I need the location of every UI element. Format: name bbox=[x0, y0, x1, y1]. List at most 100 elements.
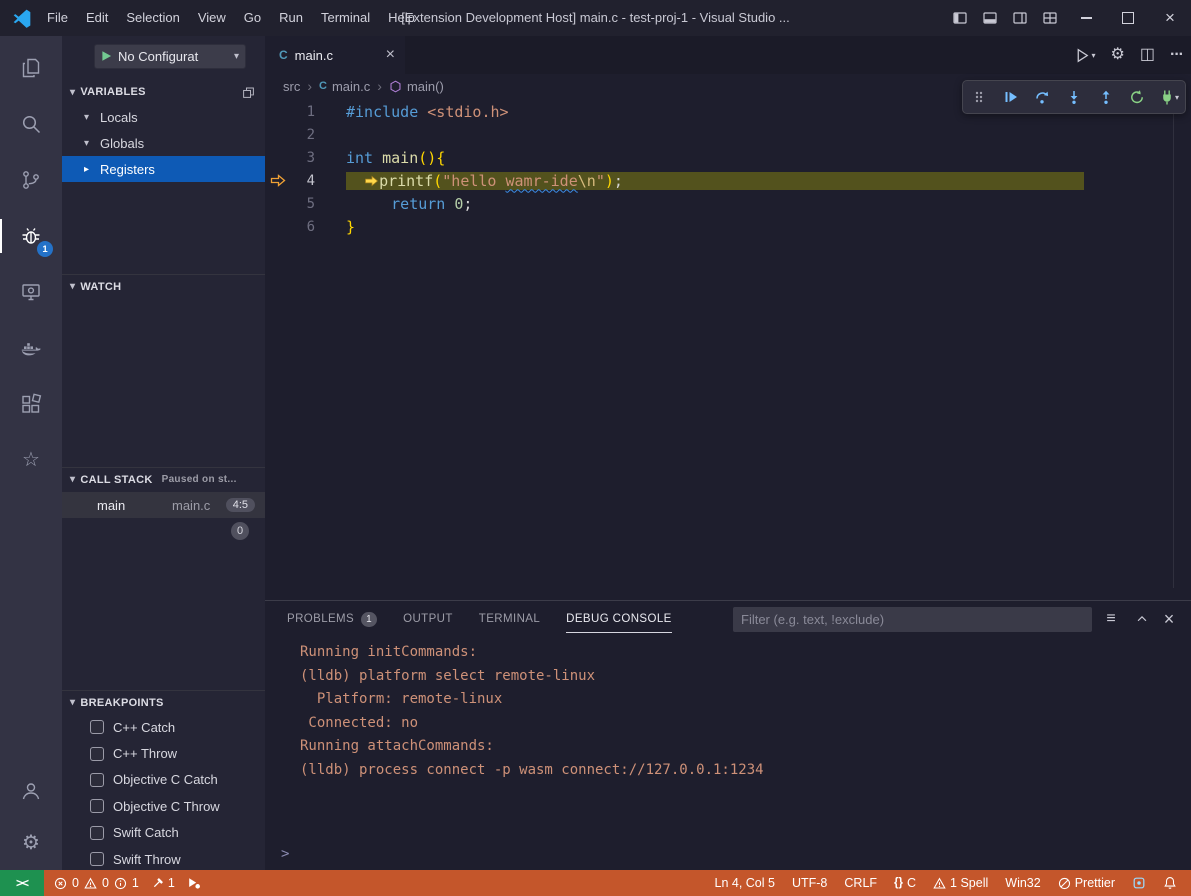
tab-main-c[interactable]: C main.c × bbox=[265, 36, 405, 74]
debug-play-icon bbox=[187, 876, 201, 890]
debug-status[interactable] bbox=[187, 876, 201, 890]
run-or-debug-button[interactable]: ▾ bbox=[1074, 47, 1096, 64]
activity-accounts[interactable] bbox=[0, 766, 62, 816]
panel-tab-terminal[interactable]: TERMINAL bbox=[479, 601, 540, 637]
collapse-all-icon[interactable] bbox=[242, 86, 255, 99]
formatter-status[interactable]: Prettier bbox=[1058, 876, 1115, 890]
variables-header[interactable]: ▾ VARIABLES bbox=[62, 80, 265, 104]
toggle-secondary-sidebar-icon[interactable] bbox=[1005, 0, 1035, 36]
restart-button[interactable] bbox=[1123, 84, 1151, 110]
tab-label: main.c bbox=[295, 48, 333, 63]
continue-button[interactable] bbox=[997, 84, 1025, 110]
maximize-panel-icon[interactable] bbox=[1129, 601, 1155, 637]
toggle-sidebar-icon[interactable] bbox=[945, 0, 975, 36]
breakpoint-item-swift-catch[interactable]: Swift Catch bbox=[62, 820, 265, 846]
console-prompt[interactable]: > bbox=[281, 846, 289, 862]
info-icon bbox=[114, 877, 127, 890]
activity-source-control[interactable] bbox=[0, 152, 62, 208]
step-out-button[interactable] bbox=[1092, 84, 1120, 110]
diagnostics-status[interactable]: 0 0 1 bbox=[54, 876, 139, 890]
step-over-button[interactable] bbox=[1028, 84, 1056, 110]
panel-tab-debug-console[interactable]: DEBUG CONSOLE bbox=[566, 601, 672, 637]
activity-remote-explorer[interactable] bbox=[0, 264, 62, 320]
cursor-position[interactable]: Ln 4, Col 5 bbox=[715, 876, 775, 890]
menu-view[interactable]: View bbox=[189, 0, 235, 36]
activity-extensions[interactable] bbox=[0, 376, 62, 432]
close-window-button[interactable]: × bbox=[1149, 0, 1191, 36]
code-line-4[interactable]: 4 printf("hello wamr-ide\n"); bbox=[265, 169, 1173, 192]
disconnect-button[interactable]: ▾ bbox=[1155, 84, 1183, 110]
chevron-down-icon: ▾ bbox=[84, 112, 94, 123]
close-tab-icon[interactable]: × bbox=[386, 46, 395, 64]
menu-selection[interactable]: Selection bbox=[117, 0, 188, 36]
encoding-indicator[interactable]: UTF-8 bbox=[792, 876, 827, 890]
section-title: CALL STACK bbox=[80, 474, 152, 486]
menu-file[interactable]: File bbox=[38, 0, 77, 36]
variables-item-locals[interactable]: ▾Locals bbox=[62, 104, 265, 130]
panel-tab-problems[interactable]: PROBLEMS1 bbox=[287, 601, 377, 637]
code-line-5[interactable]: 5 return 0; bbox=[265, 192, 1173, 215]
code-line-2[interactable]: 2 bbox=[265, 123, 1173, 146]
language-indicator[interactable]: {}C bbox=[894, 876, 916, 890]
activity-marketplace[interactable]: ☆ bbox=[0, 432, 62, 488]
activity-settings[interactable]: ⚙ bbox=[0, 816, 62, 870]
checkbox[interactable] bbox=[90, 773, 104, 787]
console-filter-input[interactable] bbox=[733, 607, 1092, 632]
checkbox[interactable] bbox=[90, 826, 104, 840]
step-into-button[interactable] bbox=[1060, 84, 1088, 110]
minimize-button[interactable] bbox=[1065, 0, 1107, 36]
maximize-button[interactable] bbox=[1107, 0, 1149, 36]
toolbar-drag-handle[interactable] bbox=[965, 84, 993, 110]
activity-docker[interactable] bbox=[0, 320, 62, 376]
line-number: 2 bbox=[291, 127, 315, 143]
breadcrumb-folder[interactable]: src bbox=[283, 79, 300, 94]
activity-search[interactable] bbox=[0, 96, 62, 152]
tools-status[interactable]: 1 bbox=[151, 876, 175, 890]
split-editor-icon[interactable]: ◫ bbox=[1140, 47, 1155, 63]
debug-config-dropdown[interactable]: No Configurat ▾ bbox=[94, 44, 246, 69]
breakpoint-item-swift-throw[interactable]: Swift Throw bbox=[62, 846, 265, 872]
breakpoint-item-objective-c-throw[interactable]: Objective C Throw bbox=[62, 793, 265, 819]
console-line: Running initCommands: bbox=[265, 641, 1191, 665]
checkbox[interactable] bbox=[90, 852, 104, 866]
extension-status-icon[interactable] bbox=[1132, 876, 1146, 890]
checkbox[interactable] bbox=[90, 799, 104, 813]
close-panel-icon[interactable]: × bbox=[1156, 601, 1182, 637]
breakpoint-item-c-catch[interactable]: C++ Catch bbox=[62, 714, 265, 740]
c-file-icon: C bbox=[279, 48, 288, 62]
notifications-bell-icon[interactable] bbox=[1163, 876, 1177, 890]
call-stack-frame[interactable]: main main.c 4:5 bbox=[62, 492, 265, 518]
chevron-down-icon: ▾ bbox=[1092, 51, 1096, 60]
activity-explorer[interactable] bbox=[0, 40, 62, 96]
breakpoints-header[interactable]: ▾ BREAKPOINTS bbox=[62, 690, 265, 714]
menu-terminal[interactable]: Terminal bbox=[312, 0, 379, 36]
gear-icon[interactable]: ⚙ bbox=[1111, 47, 1125, 63]
breakpoint-item-c-throw[interactable]: C++ Throw bbox=[62, 740, 265, 766]
panel-tab-output[interactable]: OUTPUT bbox=[403, 601, 453, 637]
variables-item-registers[interactable]: ▸Registers bbox=[62, 156, 265, 182]
eol-indicator[interactable]: CRLF bbox=[844, 876, 877, 890]
remote-indicator[interactable]: >< bbox=[0, 870, 44, 896]
scrollbar[interactable] bbox=[1173, 100, 1174, 588]
activity-run-debug[interactable]: 1 bbox=[0, 208, 62, 264]
menu-run[interactable]: Run bbox=[270, 0, 312, 36]
filter-icon[interactable]: ≡ bbox=[1098, 601, 1124, 637]
menu-edit[interactable]: Edit bbox=[77, 0, 117, 36]
customize-layout-icon[interactable] bbox=[1035, 0, 1065, 36]
instruction-pointer-icon bbox=[364, 175, 379, 187]
code-line-3[interactable]: 3int main(){ bbox=[265, 146, 1173, 169]
spell-checker-status[interactable]: 1 Spell bbox=[933, 876, 988, 890]
more-actions-icon[interactable]: ··· bbox=[1170, 47, 1183, 63]
variables-item-globals[interactable]: ▾Globals bbox=[62, 130, 265, 156]
code-line-6[interactable]: 6} bbox=[265, 215, 1173, 238]
watch-header[interactable]: ▾ WATCH bbox=[62, 274, 265, 298]
breakpoint-item-objective-c-catch[interactable]: Objective C Catch bbox=[62, 767, 265, 793]
breadcrumb-file[interactable]: Cmain.c bbox=[319, 79, 370, 94]
toggle-panel-icon[interactable] bbox=[975, 0, 1005, 36]
checkbox[interactable] bbox=[90, 720, 104, 734]
checkbox[interactable] bbox=[90, 747, 104, 761]
menu-go[interactable]: Go bbox=[235, 0, 270, 36]
call-stack-header[interactable]: ▾ CALL STACK Paused on st... bbox=[62, 467, 265, 491]
build-target[interactable]: Win32 bbox=[1005, 876, 1040, 890]
breadcrumb-symbol[interactable]: main() bbox=[389, 79, 444, 94]
